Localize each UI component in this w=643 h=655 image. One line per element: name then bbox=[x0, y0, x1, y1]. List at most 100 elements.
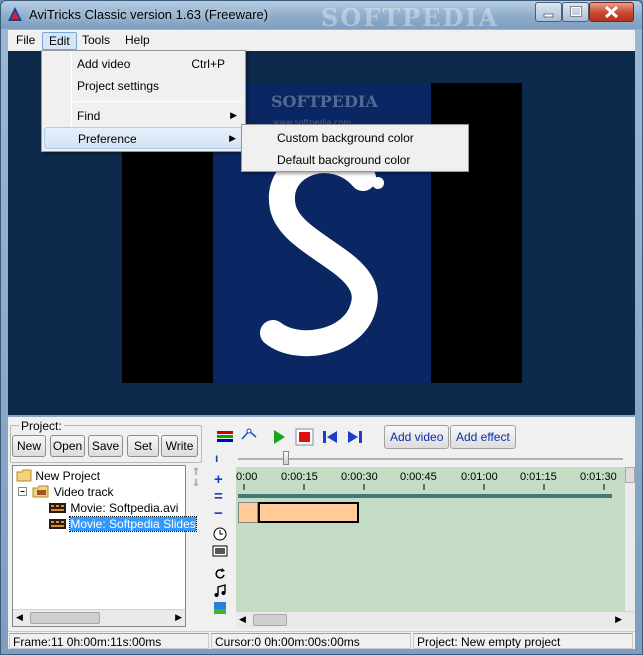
tree-scroll-thumb[interactable] bbox=[30, 612, 100, 624]
editor-panel: Project: New Open Save Set Write New Pro… bbox=[8, 417, 635, 631]
scroll-right-icon[interactable]: ▶ bbox=[615, 614, 622, 625]
menu-tools[interactable]: Tools bbox=[76, 32, 116, 50]
zoom-out-button[interactable]: − bbox=[214, 505, 223, 522]
zoom-in-button[interactable]: + bbox=[214, 471, 223, 488]
menu-item-add-video[interactable]: Add video Ctrl+P bbox=[44, 53, 243, 75]
timeline-hscroll-thumb[interactable] bbox=[253, 614, 287, 626]
clip-softpedia-slides[interactable] bbox=[258, 502, 359, 523]
menu-help[interactable]: Help bbox=[119, 32, 156, 50]
timeline-vscroll-thumb[interactable] bbox=[625, 467, 635, 483]
scroll-left-icon[interactable]: ◀ bbox=[16, 612, 23, 623]
timeline-horizontal-scrollbar[interactable]: ◀ ▶ bbox=[236, 611, 635, 628]
ruler-tick-label: 0:00:30 bbox=[341, 471, 378, 483]
folder-icon bbox=[16, 469, 32, 482]
menu-item-label: Custom background color bbox=[277, 131, 414, 145]
submenu-arrow-icon: ▶ bbox=[229, 133, 236, 143]
timeline-toolbar: Add video Add effect bbox=[207, 421, 635, 449]
scroll-right-icon[interactable]: ▶ bbox=[175, 612, 182, 623]
menu-bar: File Edit Tools Help bbox=[8, 30, 635, 51]
minimize-button[interactable] bbox=[535, 2, 562, 22]
timeline-panel: Add video Add effect ı + = − 0:00 0:00:1… bbox=[207, 417, 635, 631]
timeline-area[interactable]: 0:00 0:00:15 0:00:30 0:00:45 0:01:00 0:0… bbox=[236, 467, 625, 611]
skip-forward-icon[interactable] bbox=[346, 429, 364, 445]
track-layers-icon[interactable] bbox=[216, 429, 236, 445]
preference-submenu: Custom background color Default backgrou… bbox=[241, 124, 469, 172]
move-down-icon[interactable]: ⇓ bbox=[190, 478, 202, 489]
ruler-tick-label: 0:00 bbox=[236, 471, 258, 483]
music-icon[interactable] bbox=[213, 584, 227, 598]
title-bar[interactable]: AviTricks Classic version 1.63 (Freeware… bbox=[1, 1, 642, 32]
menu-item-shortcut: Ctrl+P bbox=[191, 57, 225, 71]
project-panel: Project: New Open Save Set Write New Pro… bbox=[8, 417, 204, 631]
maximize-icon bbox=[570, 6, 582, 17]
move-up-icon[interactable]: ⇑ bbox=[190, 467, 202, 478]
tree-item-project[interactable]: New Project bbox=[16, 469, 100, 485]
window-title: AviTricks Classic version 1.63 (Freeware… bbox=[29, 7, 269, 22]
tree-order-arrows: ⇑ ⇓ bbox=[190, 467, 202, 489]
ruler-tick-label: 0:00:15 bbox=[281, 471, 318, 483]
project-tree[interactable]: New Project Video track Movie: Softpedia… bbox=[12, 465, 197, 627]
menu-item-default-bg-color[interactable]: Default background color bbox=[244, 149, 466, 171]
new-button[interactable]: New bbox=[12, 435, 46, 457]
submenu-arrow-icon: ▶ bbox=[230, 110, 237, 120]
ruler-tick-label: 0:01:30 bbox=[580, 471, 617, 483]
preview-overlay-text: SOFTPEDIA bbox=[271, 92, 378, 111]
add-effect-button[interactable]: Add effect bbox=[450, 425, 516, 449]
menu-separator bbox=[73, 101, 243, 102]
rotate-icon[interactable] bbox=[213, 567, 227, 581]
menu-item-label: Add video bbox=[77, 57, 131, 71]
slider-thumb[interactable] bbox=[283, 451, 289, 465]
status-project: Project: New empty project bbox=[413, 633, 633, 649]
cursor-marker-icon[interactable]: ı bbox=[215, 451, 218, 465]
app-window: AviTricks Classic version 1.63 (Freeware… bbox=[0, 0, 643, 655]
timeline-tools: ı + = − bbox=[207, 449, 235, 629]
write-button[interactable]: Write bbox=[161, 435, 198, 457]
menu-file[interactable]: File bbox=[10, 32, 41, 50]
time-ruler: 0:00 0:00:15 0:00:30 0:00:45 0:01:00 0:0… bbox=[236, 467, 625, 497]
close-button[interactable] bbox=[589, 2, 634, 22]
menu-item-preference[interactable]: Preference ▶ bbox=[44, 127, 243, 149]
watermark: SOFTPEDIA bbox=[321, 3, 500, 32]
menu-edit[interactable]: Edit bbox=[42, 32, 77, 50]
tree-label: Movie: Softpedia.avi bbox=[70, 501, 179, 515]
app-logo-icon bbox=[8, 7, 22, 21]
tree-label: New Project bbox=[35, 469, 101, 483]
clock-icon[interactable] bbox=[213, 527, 227, 541]
zoom-fit-button[interactable]: = bbox=[214, 488, 223, 505]
tree-item-movie-1[interactable]: Movie: Softpedia.avi bbox=[49, 501, 178, 517]
scroll-left-icon[interactable]: ◀ bbox=[239, 614, 246, 625]
project-legend: Project: bbox=[19, 419, 64, 433]
set-button[interactable]: Set bbox=[127, 435, 159, 457]
save-button[interactable]: Save bbox=[88, 435, 123, 457]
slider-track bbox=[238, 458, 623, 460]
menu-item-label: Find bbox=[77, 109, 101, 123]
position-slider[interactable] bbox=[236, 449, 625, 467]
menu-item-label: Default background color bbox=[277, 153, 411, 167]
ruler-tick-label: 0:00:45 bbox=[400, 471, 437, 483]
add-video-button[interactable]: Add video bbox=[384, 425, 450, 449]
menu-item-label: Preference bbox=[78, 132, 137, 146]
status-cursor: Cursor:0 0h:00m:00s:00ms bbox=[211, 633, 411, 649]
tree-item-video-track[interactable]: Video track bbox=[17, 485, 114, 501]
open-button[interactable]: Open bbox=[50, 435, 85, 457]
menu-item-project-settings[interactable]: Project settings bbox=[44, 75, 243, 97]
edit-menu-dropdown: Add video Ctrl+P Project settings Find ▶… bbox=[41, 50, 246, 152]
play-icon[interactable] bbox=[271, 429, 287, 445]
menu-item-find[interactable]: Find ▶ bbox=[44, 105, 243, 127]
skip-back-icon[interactable] bbox=[321, 429, 339, 445]
timeline-vertical-scrollbar[interactable] bbox=[625, 467, 635, 611]
tree-label: Video track bbox=[53, 485, 114, 499]
graph-icon[interactable] bbox=[240, 427, 260, 443]
clip-softpedia-avi[interactable] bbox=[238, 502, 258, 523]
maximize-button[interactable] bbox=[562, 2, 589, 22]
tree-horizontal-scrollbar[interactable]: ◀ ▶ bbox=[13, 609, 185, 626]
menu-item-label: Project settings bbox=[77, 79, 160, 93]
video-track-icon[interactable] bbox=[212, 545, 228, 557]
menu-item-custom-bg-color[interactable]: Custom background color bbox=[244, 127, 466, 149]
stop-icon[interactable] bbox=[295, 428, 315, 446]
tree-item-movie-2[interactable]: Movie: Softpedia Slides bbox=[49, 516, 197, 533]
status-bar: Frame:11 0h:00m:11s:00ms Cursor:0 0h:00m… bbox=[8, 631, 635, 649]
track-duration-bar bbox=[238, 494, 612, 498]
image-icon[interactable] bbox=[213, 601, 227, 615]
film-icon bbox=[49, 519, 66, 529]
